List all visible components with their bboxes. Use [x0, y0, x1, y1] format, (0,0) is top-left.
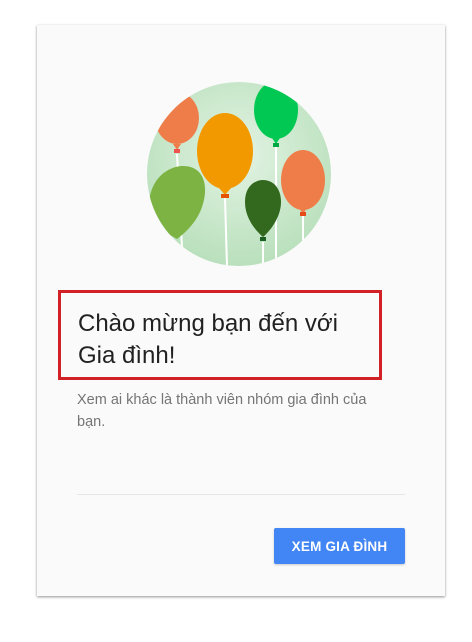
welcome-card: Chào mừng bạn đến với Gia đình! Xem ai k…: [37, 25, 445, 596]
view-family-button[interactable]: XEM GIA ĐÌNH: [274, 528, 405, 564]
welcome-subtitle: Xem ai khác là thành viên nhóm gia đình …: [77, 392, 367, 430]
balloons-illustration: [147, 82, 331, 266]
divider: [77, 494, 405, 495]
welcome-title: Chào mừng bạn đến với Gia đình!: [78, 310, 338, 369]
